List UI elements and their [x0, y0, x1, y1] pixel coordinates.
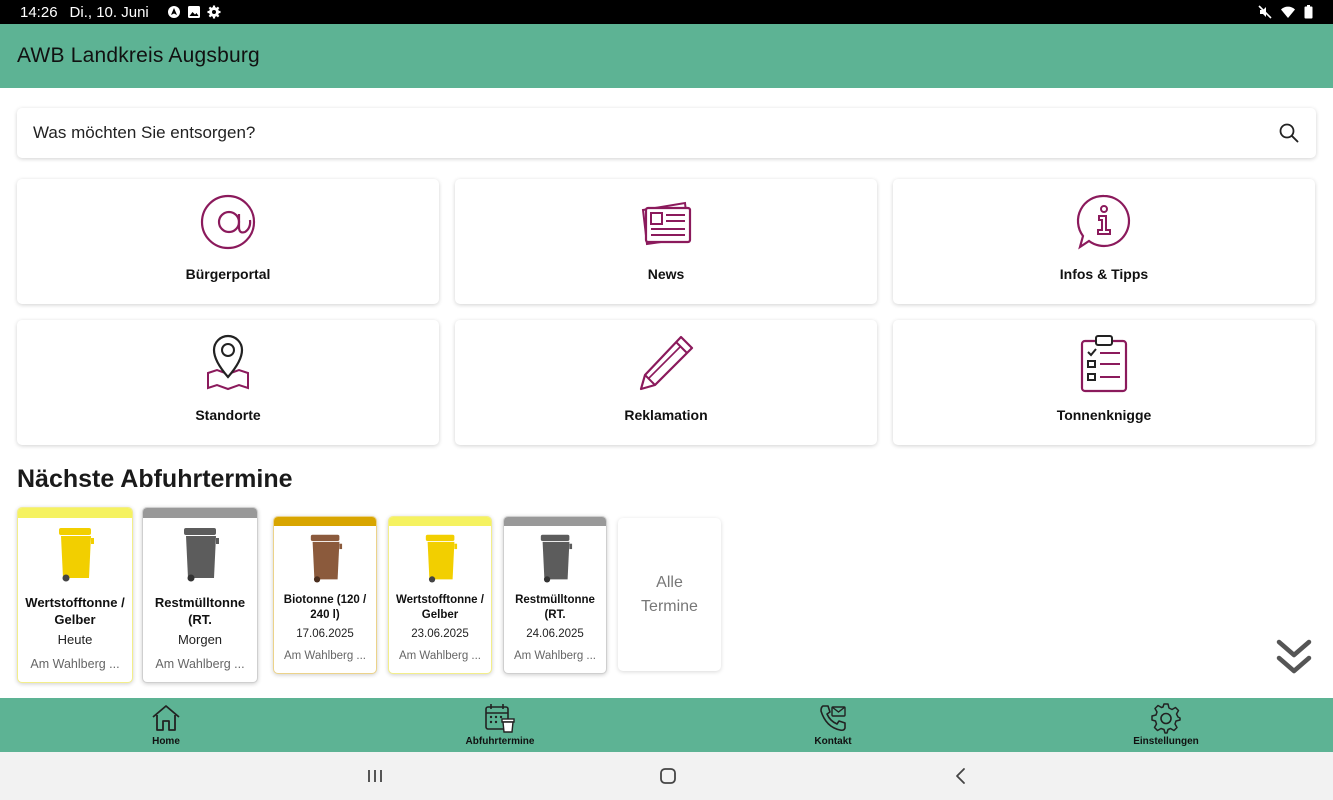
- pickup-title: Wertstofftonne / Gelber: [396, 594, 484, 621]
- nav-label: Abfuhrtermine: [465, 736, 535, 747]
- section-title: Nächste Abfuhrtermine: [17, 465, 293, 493]
- checklist-icon: [1080, 335, 1128, 393]
- tile-tonnenknigge[interactable]: Tonnenknigge: [893, 320, 1315, 445]
- app-title: AWB Landkreis Augsburg: [17, 44, 260, 67]
- card-color-bar: [274, 517, 376, 526]
- app-bar: AWB Landkreis Augsburg: [0, 24, 1333, 88]
- pickup-date: 17.06.2025: [296, 628, 354, 640]
- pickup-card[interactable]: Wertstofftonne / Gelber 23.06.2025 Am Wa…: [388, 516, 492, 674]
- tile-reklamation[interactable]: Reklamation: [455, 320, 877, 445]
- at-icon: [200, 194, 256, 250]
- pickup-card[interactable]: Restmülltonne (RT. 24.06.2025 Am Wahlber…: [503, 516, 607, 674]
- all-dates-button[interactable]: Alle Termine: [618, 518, 721, 671]
- double-chevron-down-icon[interactable]: [1275, 638, 1313, 676]
- tile-label: News: [647, 266, 685, 282]
- pickup-date: Morgen: [177, 632, 223, 647]
- phone-icon: [820, 705, 846, 732]
- pickup-address: Am Wahlberg ...: [155, 657, 245, 671]
- card-color-bar: [143, 508, 257, 518]
- waste-bin-icon: [59, 528, 94, 582]
- pickup-card[interactable]: Restmülltonne (RT. Morgen Am Wahlberg ..…: [142, 507, 258, 683]
- tile-infos-tipps[interactable]: Infos & Tipps: [893, 179, 1315, 304]
- card-color-bar: [18, 508, 132, 518]
- search-input[interactable]: [33, 123, 1278, 143]
- pickup-title: Restmülltonne (RT.: [154, 595, 246, 627]
- waste-bin-icon: [425, 534, 458, 583]
- all-dates-line1: Alle: [656, 573, 683, 591]
- wifi-icon: [1281, 6, 1295, 19]
- system-navigation: [0, 752, 1333, 800]
- search-icon[interactable]: [1278, 122, 1300, 144]
- newspaper-icon: [641, 201, 692, 246]
- pencil-icon: [639, 335, 694, 391]
- tile-label: Standorte: [195, 407, 261, 423]
- pickup-address: Am Wahlberg ...: [513, 650, 597, 662]
- nav-kontakt[interactable]: Kontakt: [758, 698, 908, 752]
- search-bar[interactable]: [17, 108, 1316, 158]
- back-icon[interactable]: [949, 764, 973, 788]
- all-dates-line2: Termine: [641, 597, 698, 615]
- nav-label: Home: [152, 736, 180, 747]
- waste-bin-icon: [310, 534, 343, 583]
- gear-icon: [1151, 703, 1181, 734]
- pickup-date: 23.06.2025: [411, 628, 469, 640]
- home-icon: [152, 705, 180, 731]
- pickup-title: Wertstofftonne / Gelber: [25, 595, 125, 627]
- location-icon: [167, 6, 180, 18]
- status-bar: 14:26 Di., 10. Juni: [0, 0, 1333, 24]
- recents-icon[interactable]: [363, 764, 387, 788]
- settings-icon: [207, 5, 221, 19]
- nav-einstellungen[interactable]: Einstellungen: [1091, 698, 1241, 752]
- tile-buergerportal[interactable]: Bürgerportal: [17, 179, 439, 304]
- pickup-date: Heute: [57, 632, 93, 647]
- bottom-navigation: Home Abfuhrtermine Kontakt Einstellungen: [0, 698, 1333, 752]
- card-color-bar: [504, 517, 606, 526]
- pickup-date: 24.06.2025: [526, 628, 584, 640]
- battery-icon: [1304, 5, 1313, 19]
- pickup-card[interactable]: Biotonne (120 / 240 l) 17.06.2025 Am Wah…: [273, 516, 377, 674]
- tile-label: Tonnenknigge: [1056, 407, 1152, 423]
- tile-standorte[interactable]: Standorte: [17, 320, 439, 445]
- info-bubble-icon: [1076, 194, 1131, 250]
- card-color-bar: [389, 517, 491, 526]
- nav-label: Kontakt: [814, 736, 852, 747]
- image-icon: [187, 6, 200, 18]
- pickup-title: Biotonne (120 / 240 l): [283, 594, 367, 621]
- mute-icon: [1258, 5, 1272, 19]
- tile-label: Infos & Tipps: [1059, 266, 1149, 282]
- pickup-title: Restmülltonne (RT.: [515, 594, 595, 621]
- status-date: Di., 10. Juni: [69, 3, 149, 21]
- tile-label: Bürgerportal: [185, 266, 271, 282]
- pickup-address: Am Wahlberg ...: [30, 657, 120, 671]
- pickup-address: Am Wahlberg ...: [398, 650, 482, 662]
- nav-label: Einstellungen: [1133, 736, 1199, 747]
- home-circle-icon[interactable]: [656, 764, 680, 788]
- pickup-address: Am Wahlberg ...: [283, 650, 367, 662]
- waste-bin-icon: [540, 534, 573, 583]
- calendar-bin-icon: [485, 704, 515, 733]
- tile-news[interactable]: News: [455, 179, 877, 304]
- status-time: 14:26: [20, 3, 58, 21]
- nav-abfuhrtermine[interactable]: Abfuhrtermine: [425, 698, 575, 752]
- tile-label: Reklamation: [624, 407, 708, 423]
- pickup-card[interactable]: Wertstofftonne / Gelber Heute Am Wahlber…: [17, 507, 133, 683]
- nav-home[interactable]: Home: [91, 698, 241, 752]
- map-pin-icon: [207, 334, 249, 391]
- waste-bin-icon: [184, 528, 219, 582]
